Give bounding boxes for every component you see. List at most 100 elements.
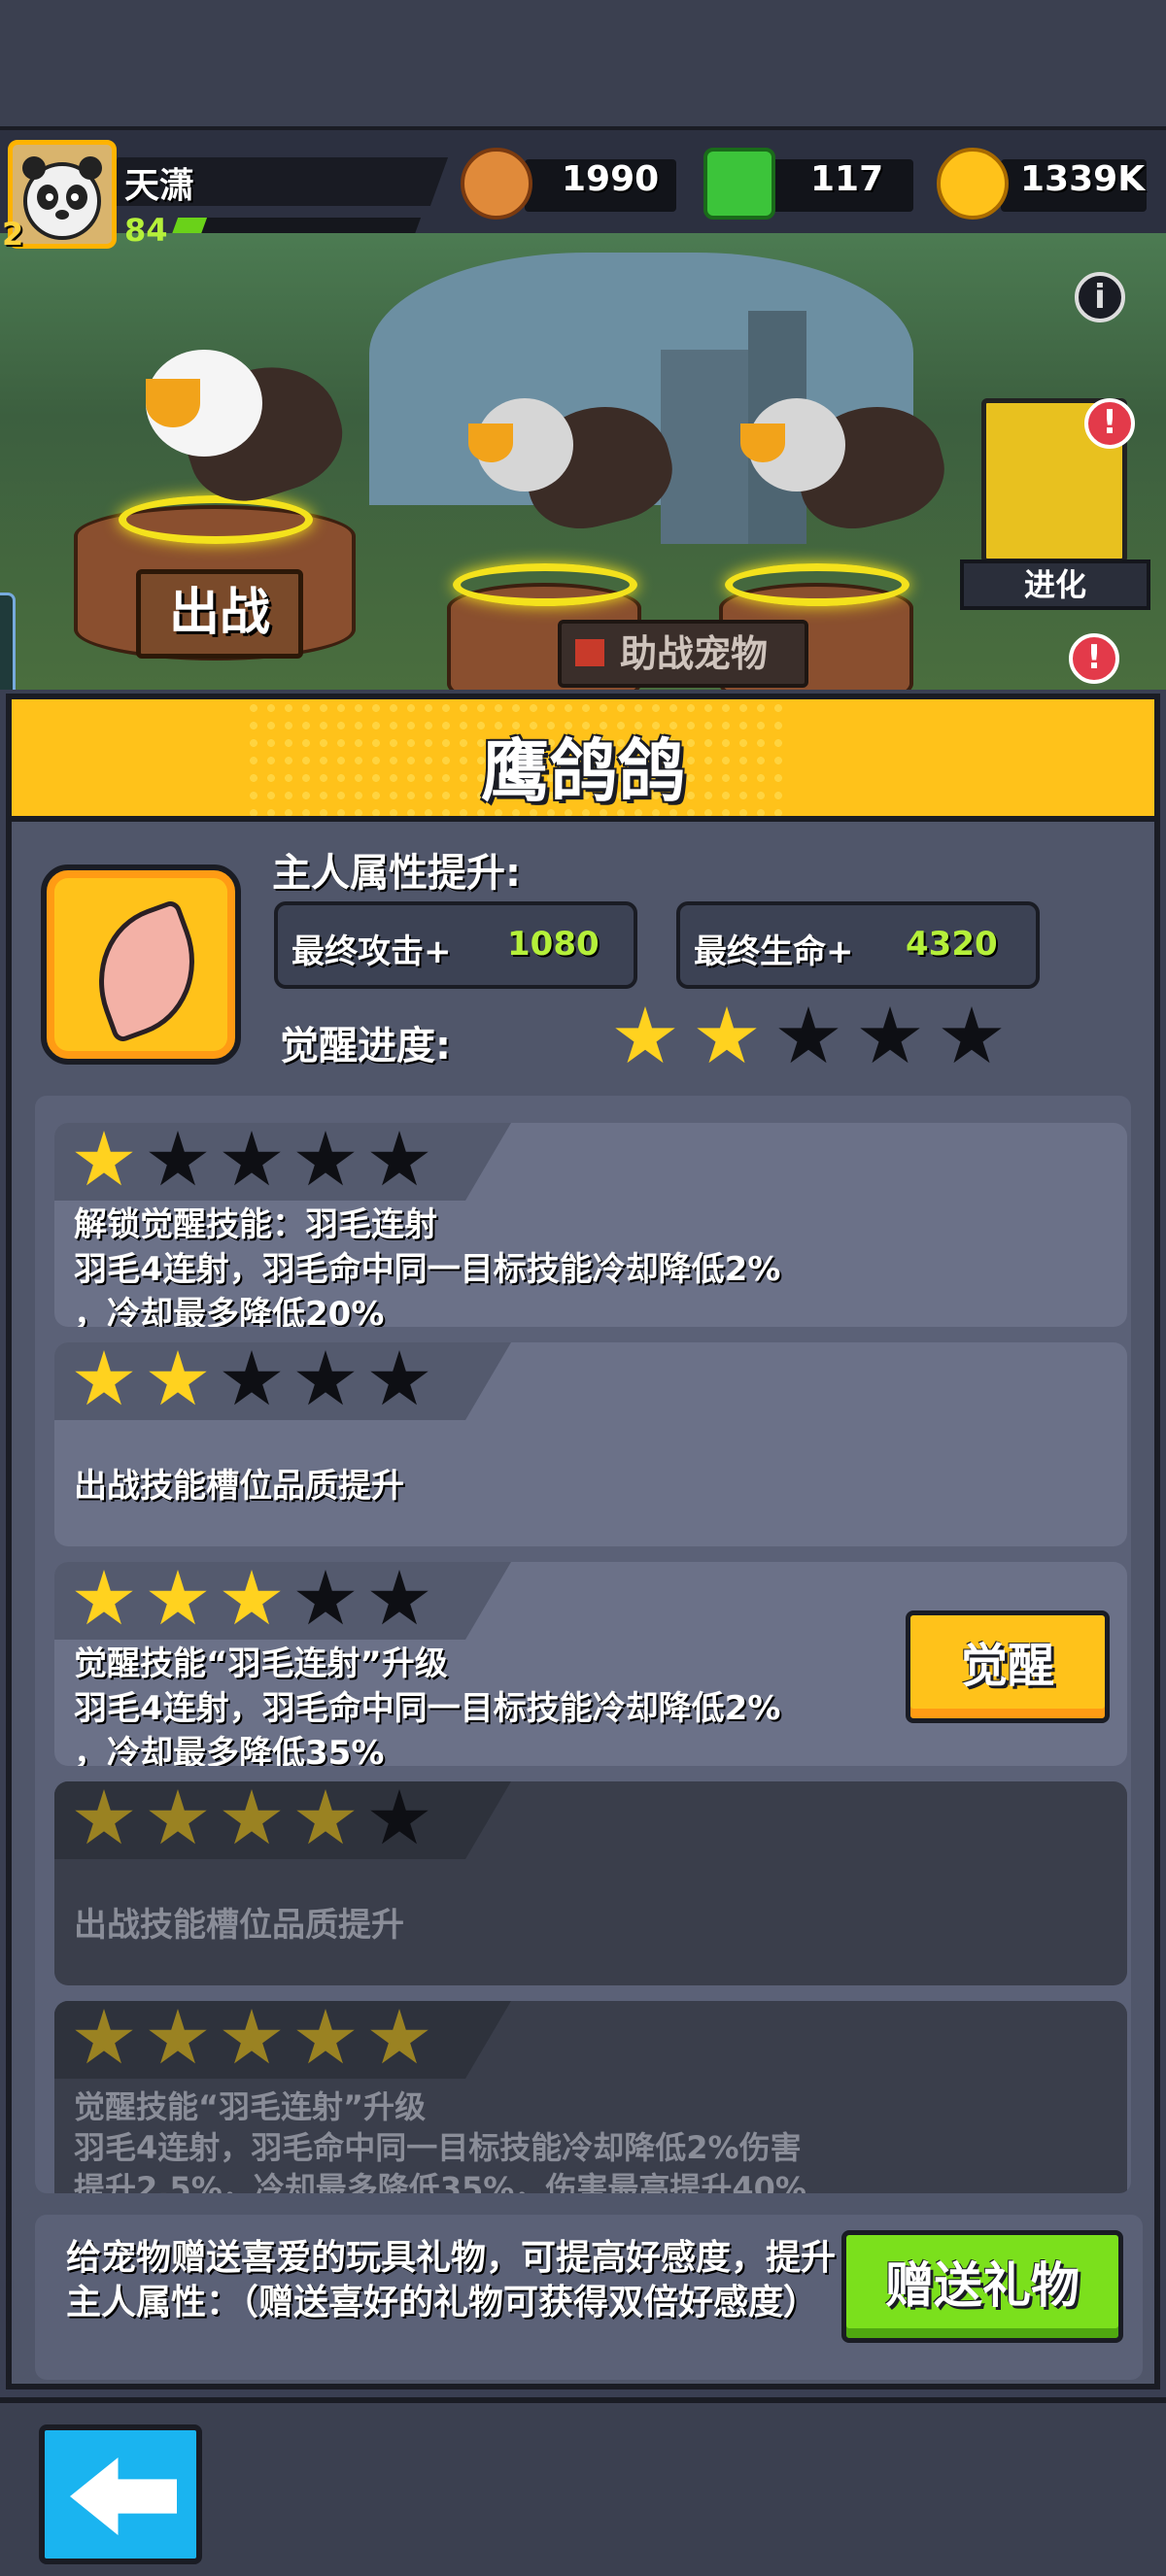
tier-stars — [74, 1350, 429, 1410]
tier-line: 觉醒技能“羽毛连射”升级 — [74, 1644, 448, 1683]
tier-description: 解锁觉醒技能：羽毛连射 羽毛4连射，羽毛命中同一目标技能冷却降低2% ，冷却最多… — [74, 1203, 780, 1327]
filled-star-icon — [75, 1131, 133, 1186]
empty-star-icon — [370, 1570, 429, 1625]
tier-description: 出战技能槽位品质提升 — [74, 1906, 404, 1945]
tier-line: 羽毛4连射，羽毛命中同一目标技能冷却降低2% — [74, 1689, 781, 1728]
awaken-tier-card: 觉醒技能“羽毛连射”升级 羽毛4连射，羽毛命中同一目标技能冷却降低2% ，冷却最… — [54, 1562, 1127, 1766]
eagle-beak — [146, 379, 200, 427]
tier-line: 提升2.5%，冷却最多降低35%，伤害最高提升40% — [74, 2170, 806, 2193]
tier-line: 觉醒技能“羽毛连射”升级 — [74, 2088, 427, 2125]
empty-star-icon — [942, 1006, 1002, 1064]
main-pet-ring — [119, 495, 313, 544]
scene-building — [661, 350, 748, 544]
filled-star-icon — [149, 1789, 207, 1845]
tier-stars — [74, 2009, 429, 2069]
empty-star-icon — [223, 1131, 281, 1186]
awaken-tier-list[interactable]: 解锁觉醒技能：羽毛连射 羽毛4连射，羽毛命中同一目标技能冷却降低2% ，冷却最多… — [35, 1096, 1131, 2193]
filled-star-icon — [75, 1570, 133, 1625]
send-gift-button[interactable]: 赠送礼物 — [841, 2230, 1123, 2343]
tier-stars — [74, 1131, 429, 1191]
filled-star-icon — [370, 2009, 429, 2064]
tier-line: 羽毛4连射，羽毛命中同一目标技能冷却降低2%伤害 — [74, 2129, 802, 2166]
player-header: 2 天潇 84 1990 117 1339K — [0, 126, 1166, 253]
gem-value: 117 — [810, 159, 884, 199]
awaken-tier-card-locked: 觉醒技能“羽毛连射”升级 羽毛4连射，羽毛命中同一目标技能冷却降低2%伤害 提升… — [54, 2001, 1127, 2193]
tier-stars — [74, 1570, 429, 1630]
awaken-tier-card-locked: 出战技能槽位品质提升 — [54, 1781, 1127, 1985]
attack-label: 最终攻击+ — [292, 932, 452, 971]
assist-pet-button[interactable]: 助战宠物 — [558, 620, 808, 688]
filled-star-icon — [149, 1570, 207, 1625]
skill-icon-frame[interactable] — [41, 864, 241, 1065]
filled-star-icon — [75, 1789, 133, 1845]
empty-star-icon — [149, 1131, 207, 1186]
tier-line: ，冷却最多降低35% — [74, 1734, 385, 1766]
paw-coin-value: 1990 — [562, 159, 660, 199]
info-icon[interactable]: i — [1075, 272, 1125, 322]
player-name: 天潇 — [124, 166, 195, 206]
tier-line: ，冷却最多降低20% — [74, 1295, 385, 1327]
filled-star-icon — [296, 2009, 355, 2064]
empty-star-icon — [370, 1350, 429, 1406]
empty-star-icon — [296, 1350, 355, 1406]
awaken-progress-label: 觉醒进度: — [280, 1024, 451, 1068]
filled-star-icon — [149, 2009, 207, 2064]
status-bar-area — [0, 0, 1166, 126]
hp-label: 最终生命+ — [694, 932, 854, 971]
evolve-alert-icon: ! — [1084, 398, 1135, 449]
tier-description: 觉醒技能“羽毛连射”升级 羽毛4连射，羽毛命中同一目标技能冷却降低2% ，冷却最… — [74, 1642, 780, 1766]
empty-star-icon — [370, 1131, 429, 1186]
filled-star-icon — [223, 1789, 281, 1845]
filled-star-icon — [296, 1789, 355, 1845]
filled-star-icon — [697, 1006, 757, 1064]
green-gem-icon[interactable] — [703, 148, 775, 220]
paw-coin-icon — [461, 148, 532, 220]
attack-stat-box: 最终攻击+ 1080 — [274, 901, 637, 989]
empty-star-icon — [860, 1006, 920, 1064]
eagle-beak — [468, 424, 513, 462]
empty-star-icon — [296, 1131, 355, 1186]
empty-star-icon — [778, 1006, 839, 1064]
gift-description: 给宠物赠送喜爱的玩具礼物，可提高好感度，提升主人属性：（赠送喜好的礼物可获得双倍… — [66, 2238, 837, 2322]
filled-star-icon — [615, 1006, 675, 1064]
assist-pet-ring — [453, 563, 637, 606]
panda-avatar-icon — [22, 156, 102, 240]
awaken-button[interactable]: 觉醒 — [906, 1610, 1110, 1723]
back-arrow-icon — [70, 2457, 177, 2535]
awaken-tier-card: 解锁觉醒技能：羽毛连射 羽毛4连射，羽毛命中同一目标技能冷却降低2% ，冷却最多… — [54, 1123, 1127, 1327]
tier-description: 出战技能槽位品质提升 — [74, 1467, 404, 1506]
attack-value: 1080 — [507, 925, 600, 964]
awaken-tier-card: 出战技能槽位品质提升 — [54, 1342, 1127, 1546]
tier-stars — [74, 1789, 429, 1849]
owner-bonus-label: 主人属性提升: — [272, 851, 521, 896]
side-tab[interactable] — [0, 593, 16, 690]
awaken-progress-stars — [614, 1006, 1003, 1068]
deploy-sign: 出战 — [136, 569, 303, 659]
filled-star-icon — [75, 2009, 133, 2064]
filled-star-icon — [223, 2009, 281, 2064]
player-level: 84 — [124, 212, 168, 249]
flag-icon — [575, 639, 604, 666]
gold-value: 1339K — [1020, 159, 1146, 199]
tier-description: 觉醒技能“羽毛连射”升级 羽毛4连射，羽毛命中同一目标技能冷却降低2%伤害 提升… — [74, 2086, 806, 2193]
filled-star-icon — [149, 1350, 207, 1406]
gift-area: 给宠物赠送喜爱的玩具礼物，可提高好感度，提升主人属性：（赠送喜好的礼物可获得双倍… — [35, 2215, 1143, 2380]
pet-scene: 出战 助战宠物 i 进化 ! ! — [0, 233, 1166, 690]
alert-icon: ! — [1069, 633, 1119, 684]
back-button[interactable] — [39, 2424, 202, 2564]
title-bar: 鹰鸽鸽 — [12, 699, 1154, 822]
hp-value: 4320 — [906, 925, 998, 964]
feather-icon — [76, 898, 218, 1045]
rank-badge: 2 — [2, 216, 24, 253]
gold-coin-icon[interactable] — [937, 148, 1009, 220]
hp-stat-box: 最终生命+ 4320 — [676, 901, 1040, 989]
empty-star-icon — [370, 1789, 429, 1845]
pet-detail-panel: 鹰鸽鸽 主人属性提升: 最终攻击+ 1080 最终生命+ 4320 觉醒进度: … — [6, 694, 1160, 2390]
filled-star-icon — [75, 1350, 133, 1406]
evolve-button[interactable]: 进化 — [960, 559, 1150, 610]
eagle-beak — [740, 424, 785, 462]
empty-star-icon — [223, 1350, 281, 1406]
pet-name-title: 鹰鸽鸽 — [481, 731, 685, 811]
bottom-bar — [0, 2397, 1166, 2576]
player-avatar[interactable] — [8, 140, 117, 249]
